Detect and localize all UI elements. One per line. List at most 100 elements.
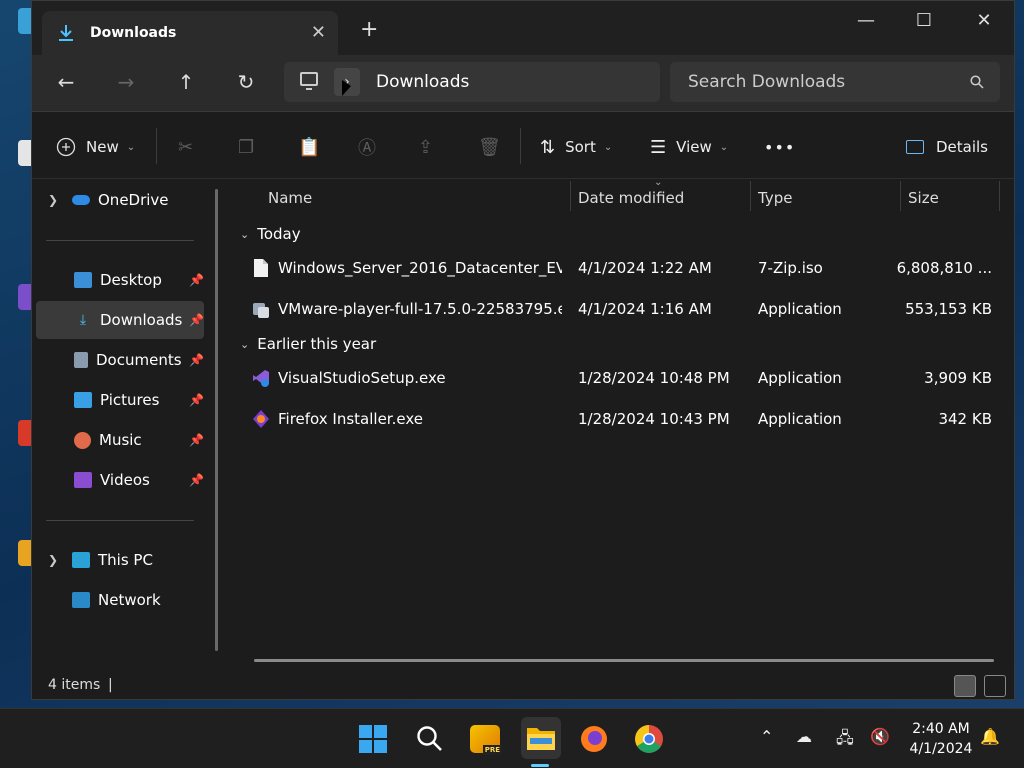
new-button[interactable]: New ⌄: [56, 132, 135, 162]
back-button[interactable]: ←: [48, 67, 84, 97]
sidebar-item-downloads[interactable]: ⤓ Downloads 📌: [36, 301, 204, 339]
file-explorer-app[interactable]: [521, 717, 561, 759]
sidebar-item-label: This PC: [98, 551, 153, 569]
divider: [999, 181, 1000, 211]
start-button[interactable]: [355, 721, 391, 757]
table-row[interactable]: Firefox Installer.exe 1/28/2024 10:43 PM…: [252, 400, 992, 438]
share-icon[interactable]: ⇪: [418, 132, 433, 162]
column-header-name[interactable]: Name: [268, 189, 312, 207]
file-type: Application: [758, 410, 842, 428]
expand-chevron-icon[interactable]: ❯: [48, 553, 58, 567]
cut-icon[interactable]: ✂: [178, 132, 193, 162]
divider: [156, 128, 157, 164]
refresh-button[interactable]: ↻: [228, 67, 264, 97]
sidebar-item-label: OneDrive: [98, 191, 169, 209]
group-header-earlier-this-year[interactable]: ⌄ Earlier this year: [240, 335, 376, 353]
column-header-type[interactable]: Type: [758, 189, 792, 207]
new-label: New: [86, 138, 119, 156]
onedrive-offline-icon[interactable]: ☁: [796, 727, 812, 746]
search-input[interactable]: Search Downloads: [670, 62, 1000, 102]
sidebar-item-label: Downloads: [100, 311, 183, 329]
expand-chevron-icon[interactable]: ❯: [48, 193, 58, 207]
pin-icon[interactable]: 📌: [189, 433, 204, 447]
tab-downloads[interactable]: Downloads ✕: [42, 11, 338, 55]
sidebar-item-onedrive[interactable]: OneDrive: [72, 181, 202, 219]
pin-icon[interactable]: 📌: [189, 353, 204, 367]
paste-icon[interactable]: 📋: [298, 132, 320, 162]
network-icon: [72, 592, 90, 608]
sidebar-item-network[interactable]: Network: [72, 581, 202, 619]
column-header-size[interactable]: Size: [908, 189, 939, 207]
table-row[interactable]: VMware-player-full-17.5.0-22583795.exe 4…: [252, 290, 992, 328]
notification-bell-icon[interactable]: 🔔: [980, 727, 1000, 746]
sidebar-item-label: Documents: [96, 351, 182, 369]
chevron-down-icon: ⌄: [719, 141, 729, 153]
close-tab-button[interactable]: ✕: [311, 22, 326, 43]
this-pc-icon[interactable]: [300, 72, 318, 90]
file-icon: [254, 259, 268, 277]
new-tab-button[interactable]: +: [360, 19, 378, 41]
file-type: Application: [758, 300, 842, 318]
pin-icon[interactable]: 📌: [189, 313, 204, 327]
sort-icon: ⇅: [540, 136, 556, 158]
copy-icon[interactable]: ❐: [238, 132, 254, 162]
details-button[interactable]: Details: [906, 132, 988, 162]
file-date: 1/28/2024 10:48 PM: [578, 369, 730, 387]
sidebar-scrollbar[interactable]: [215, 189, 218, 651]
music-icon: [74, 431, 91, 449]
search-button[interactable]: [412, 721, 448, 757]
more-options-button[interactable]: •••: [764, 132, 795, 162]
rename-icon[interactable]: Ⓐ: [358, 132, 376, 162]
sidebar-item-label: Network: [98, 591, 161, 609]
delete-icon[interactable]: 🗑: [478, 132, 501, 162]
file-size: 342 KB: [938, 410, 992, 428]
firefox-installer-icon: [253, 410, 269, 428]
sidebar-item-music[interactable]: Music 📌: [36, 421, 204, 459]
horizontal-scrollbar[interactable]: [254, 659, 994, 662]
sidebar-item-this-pc[interactable]: This PC: [72, 541, 202, 579]
up-button[interactable]: ↑: [168, 67, 204, 97]
file-name: Windows_Server_2016_Datacenter_EVAL_...: [278, 259, 562, 277]
firefox-app[interactable]: [576, 721, 612, 757]
status-separator: |: [108, 677, 113, 693]
view-list-icon: ☰: [650, 136, 667, 158]
chrome-icon: [635, 725, 663, 753]
search-icon: [417, 726, 442, 751]
chrome-app[interactable]: [631, 721, 667, 757]
close-window-button[interactable]: ✕: [964, 7, 1004, 35]
group-header-today[interactable]: ⌄ Today: [240, 225, 301, 243]
table-row[interactable]: Windows_Server_2016_Datacenter_EVAL_... …: [252, 249, 992, 287]
videos-icon: [74, 472, 92, 488]
forward-button[interactable]: →: [108, 67, 144, 97]
address-bar[interactable]: › Downloads: [284, 62, 660, 102]
copilot-preview-app[interactable]: PRE: [467, 721, 503, 757]
divider: [46, 240, 194, 241]
pin-icon[interactable]: 📌: [189, 393, 204, 407]
view-button[interactable]: ☰ View ⌄: [650, 132, 728, 162]
sort-button[interactable]: ⇅ Sort ⌄: [540, 132, 612, 162]
volume-muted-icon[interactable]: 🔇: [870, 727, 890, 746]
minimize-button[interactable]: —: [846, 7, 886, 35]
table-row[interactable]: VisualStudioSetup.exe 1/28/2024 10:48 PM…: [252, 359, 992, 397]
sidebar-item-videos[interactable]: Videos 📌: [36, 461, 204, 499]
file-date: 4/1/2024 1:22 AM: [578, 259, 712, 277]
pin-icon[interactable]: 📌: [189, 273, 204, 287]
large-icons-view-icon[interactable]: [984, 675, 1006, 697]
sidebar-item-documents[interactable]: Documents 📌: [36, 341, 204, 379]
status-bar: 4 items |: [32, 671, 1014, 699]
file-type: Application: [758, 369, 842, 387]
show-hidden-icons-chevron-icon[interactable]: ⌃: [760, 727, 773, 746]
sidebar-item-pictures[interactable]: Pictures 📌: [36, 381, 204, 419]
vmware-installer-icon: [253, 303, 269, 318]
file-name: VisualStudioSetup.exe: [278, 369, 446, 387]
group-label: Earlier this year: [257, 335, 377, 353]
column-header-date[interactable]: Date modified: [578, 189, 684, 207]
breadcrumb[interactable]: Downloads: [376, 72, 469, 92]
maximize-button[interactable]: ☐: [904, 7, 944, 35]
details-view-icon[interactable]: [954, 675, 976, 697]
clock[interactable]: 2:40 AM 4/1/2024: [896, 719, 986, 759]
sidebar-item-desktop[interactable]: Desktop 📌: [36, 261, 204, 299]
pin-icon[interactable]: 📌: [189, 473, 204, 487]
network-status-icon[interactable]: 🖧: [836, 727, 854, 754]
tab-label: Downloads: [90, 25, 177, 41]
